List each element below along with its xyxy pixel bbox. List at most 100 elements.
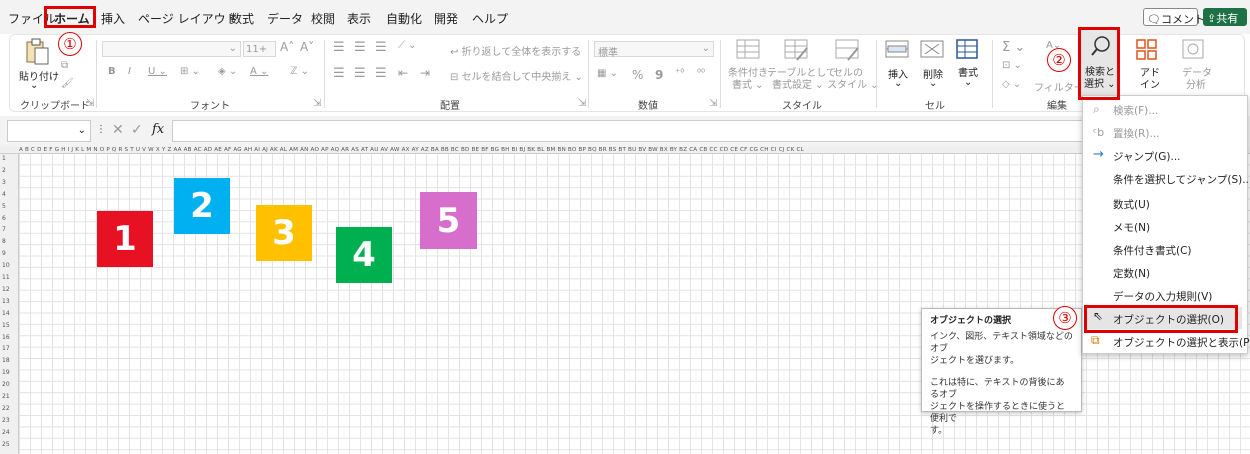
copy-icon[interactable]: ⧉	[61, 60, 68, 71]
row-headers[interactable]: 1 2 3 4 5 6 7 8 9 10 11 12 13 14 15 16 17 18 19 20 21 22 23 24 2…	[0, 154, 19, 454]
comment-button[interactable]: 🗨コメント	[1143, 8, 1205, 26]
decrease-font-icon[interactable]: A˅	[300, 40, 314, 54]
format-as-table-icon[interactable]	[783, 38, 809, 62]
menu-item-notes[interactable]: メモ(N)	[1113, 220, 1150, 235]
tab-page-layout[interactable]: ページ レイアウト	[138, 10, 238, 27]
shape-square-3[interactable]: 3	[256, 205, 312, 261]
insert-function-icon[interactable]: fx	[152, 122, 164, 137]
wrap-text-button[interactable]: ↩ 折り返して全体を表示する	[450, 43, 581, 58]
row-number[interactable]: 1	[2, 155, 6, 162]
share-button[interactable]: ⇪共有	[1203, 8, 1247, 26]
align-top-icon[interactable]: ☰	[333, 40, 345, 55]
cell-styles-icon[interactable]	[834, 38, 860, 62]
orientation-icon[interactable]: ⟋ ⌄	[398, 40, 417, 51]
row-number[interactable]: 16	[2, 334, 10, 341]
fill-icon[interactable]: ⊡ ⌄	[1002, 60, 1022, 71]
column-headers[interactable]: A B C D E F G H I J K L M N O P Q R S T …	[0, 146, 1250, 154]
row-number[interactable]: 11	[2, 274, 10, 281]
tab-data[interactable]: データ	[267, 10, 303, 27]
merge-center-button[interactable]: ⊟ セルを結合して中央揃え ⌄	[450, 68, 583, 83]
format-cells-icon[interactable]	[954, 37, 980, 61]
clipboard-icon[interactable]	[24, 38, 50, 66]
add-ins-icon[interactable]	[1135, 38, 1159, 60]
align-right-icon[interactable]: ☰	[375, 66, 387, 81]
shape-square-1[interactable]: 1	[97, 211, 153, 267]
row-number[interactable]: 24	[2, 429, 10, 436]
tab-help[interactable]: ヘルプ	[472, 10, 508, 27]
delete-cells-icon[interactable]	[919, 38, 945, 60]
align-center-icon[interactable]: ☰	[354, 66, 366, 81]
shape-square-5[interactable]: 5	[420, 192, 477, 249]
row-number[interactable]: 12	[2, 286, 10, 293]
shape-square-4[interactable]: 4	[336, 227, 392, 283]
delete-chevron-icon[interactable]: ⌄	[929, 78, 937, 89]
row-number[interactable]: 18	[2, 357, 10, 364]
row-number[interactable]: 8	[2, 238, 6, 245]
paste-chevron-icon[interactable]: ⌄	[30, 80, 38, 91]
tab-developer[interactable]: 開発	[434, 10, 458, 27]
paste-button[interactable]: 貼り付け	[19, 68, 59, 83]
data-analysis-icon[interactable]	[1181, 38, 1205, 60]
row-number[interactable]: 15	[2, 322, 10, 329]
row-number[interactable]: 9	[2, 250, 6, 257]
alignment-launcher-icon[interactable]: ⇲	[578, 98, 586, 109]
bold-icon[interactable]: B	[108, 66, 116, 77]
format-chevron-icon[interactable]: ⌄	[964, 77, 972, 88]
row-number[interactable]: 5	[2, 203, 6, 210]
font-launcher-icon[interactable]: ⇲	[313, 98, 321, 109]
row-number[interactable]: 2	[2, 167, 6, 174]
menu-item-data-validation[interactable]: データの入力規則(V)	[1113, 289, 1212, 304]
name-box-chevron-icon[interactable]: ⌄	[78, 125, 86, 136]
align-middle-icon[interactable]: ☰	[354, 40, 366, 55]
tab-review[interactable]: 校閲	[311, 10, 335, 27]
increase-indent-icon[interactable]: ⇥	[420, 66, 430, 80]
tab-automate[interactable]: 自動化	[386, 10, 422, 27]
insert-chevron-icon[interactable]: ⌄	[894, 78, 902, 89]
number-launcher-icon[interactable]: ⇲	[709, 98, 717, 109]
cell-styles-label-2[interactable]: スタイル ⌄	[827, 76, 879, 91]
enter-icon[interactable]: ✓	[131, 122, 143, 138]
menu-item-formulas[interactable]: 数式(U)	[1113, 197, 1150, 212]
tab-insert[interactable]: 挿入	[101, 10, 125, 27]
menu-item-constants[interactable]: 定数(N)	[1113, 266, 1150, 281]
menu-item-selection-pane[interactable]: オブジェクトの選択と表示(P)...	[1113, 335, 1250, 350]
decrease-indent-icon[interactable]: ⇤	[398, 66, 408, 80]
decrease-decimal-icon[interactable]: ⁰⁰	[697, 68, 705, 79]
font-name-select[interactable]: ⌄	[102, 41, 241, 57]
clear-icon[interactable]: ◇ ⌄	[1002, 79, 1021, 90]
italic-icon[interactable]: I	[128, 66, 131, 77]
conditional-format-label-2[interactable]: 書式 ⌄	[732, 76, 764, 91]
fill-color-icon[interactable]: ◈ ⌄	[218, 66, 237, 77]
currency-icon[interactable]: ▦ ⌄	[597, 68, 618, 79]
clipboard-launcher-icon[interactable]: ⇲	[86, 98, 94, 109]
format-painter-icon[interactable]: 🖌	[61, 78, 74, 89]
name-box[interactable]: ⌄	[7, 120, 91, 142]
menu-item-goto-special[interactable]: 条件を選択してジャンプ(S)...	[1113, 172, 1250, 187]
row-number[interactable]: 19	[2, 369, 10, 376]
phonetic-icon[interactable]: ℤ ⌄	[290, 66, 309, 77]
row-number[interactable]: 13	[2, 298, 10, 305]
menu-item-replace[interactable]: 置換(R)...	[1113, 126, 1160, 141]
row-number[interactable]: 25	[2, 441, 10, 448]
comma-icon[interactable]: 9	[655, 68, 663, 82]
border-icon[interactable]: ⊞ ⌄	[180, 66, 200, 77]
percent-icon[interactable]: %	[632, 68, 643, 82]
align-left-icon[interactable]: ☰	[333, 66, 345, 81]
shape-square-2[interactable]: 2	[174, 178, 230, 234]
underline-icon[interactable]: U ⌄	[148, 66, 167, 77]
row-number[interactable]: 23	[2, 417, 10, 424]
row-number[interactable]: 10	[2, 262, 10, 269]
conditional-format-icon[interactable]	[735, 38, 761, 62]
increase-font-icon[interactable]: A˄	[280, 40, 294, 54]
align-bottom-icon[interactable]: ☰	[375, 40, 387, 55]
cancel-icon[interactable]: ✕	[112, 122, 124, 138]
row-number[interactable]: 21	[2, 393, 10, 400]
row-number[interactable]: 4	[2, 191, 6, 198]
formula-bar-more-icon[interactable]: ⋮	[96, 124, 106, 135]
data-analysis-label-2[interactable]: 分析	[1186, 76, 1206, 91]
insert-cells-icon[interactable]	[884, 38, 910, 60]
add-ins-label-2[interactable]: イン	[1140, 76, 1160, 91]
format-as-table-label-2[interactable]: 書式設定 ⌄	[772, 76, 824, 91]
tab-formulas[interactable]: 数式	[230, 10, 254, 27]
row-number[interactable]: 7	[2, 226, 6, 233]
